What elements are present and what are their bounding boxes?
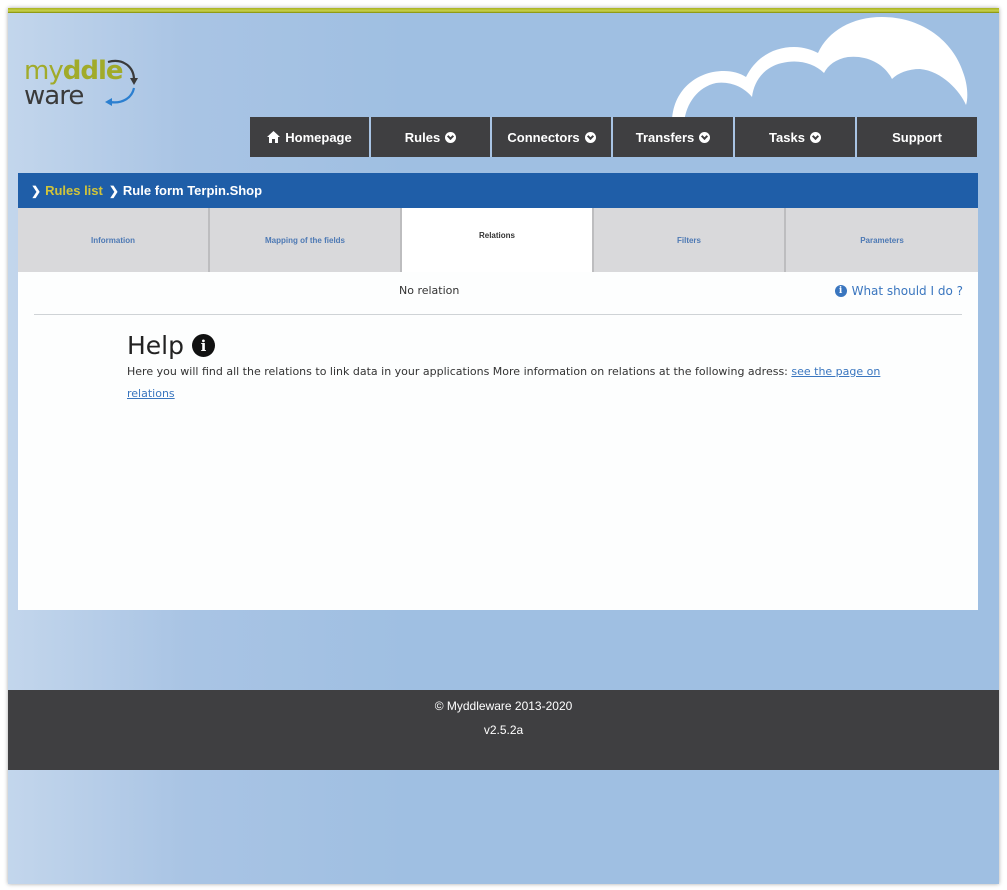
nav-tasks-label: Tasks: [769, 129, 805, 145]
nav-transfers[interactable]: Transfers: [613, 117, 735, 157]
breadcrumb-current: Rule form Terpin.Shop: [122, 183, 263, 198]
help-heading: Help i: [127, 331, 215, 360]
divider: [34, 314, 962, 315]
breadcrumb: ❯ Rules list ❯ Rule form Terpin.Shop: [18, 173, 978, 208]
nav-support-label: Support: [892, 129, 942, 145]
nav-support[interactable]: Support: [857, 117, 977, 157]
nav-connectors-label: Connectors: [507, 129, 580, 145]
chevron-right-icon: ❯: [108, 183, 119, 198]
page-frame: myddle ware Homepage Rules Connectors Tr…: [8, 8, 999, 884]
help-title: Help: [127, 331, 184, 360]
what-should-i-do-link[interactable]: i What should I do ?: [834, 284, 963, 298]
chevron-right-icon: ❯: [31, 183, 42, 198]
what-should-i-do-label: What should I do ?: [851, 284, 963, 298]
logo-line2: ware: [24, 81, 84, 111]
nav-homepage-label: Homepage: [285, 129, 352, 145]
footer-copyright: © Myddleware 2013-2020: [434, 699, 573, 713]
main-nav: Homepage Rules Connectors Transfers Task…: [250, 117, 977, 157]
home-icon: [267, 131, 281, 143]
relations-content: No relation i What should I do ? Help i …: [18, 272, 978, 610]
nav-transfers-label: Transfers: [635, 129, 695, 145]
tab-mapping-fields[interactable]: Mapping of the fields: [210, 208, 402, 272]
myddleware-logo[interactable]: myddle ware: [24, 56, 144, 116]
nav-connectors[interactable]: Connectors: [492, 117, 613, 157]
info-icon: i: [192, 334, 215, 357]
nav-rules[interactable]: Rules: [371, 117, 492, 157]
help-description: Here you will find all the relations to …: [127, 365, 792, 378]
info-icon: i: [834, 285, 847, 297]
chevron-down-icon: [584, 131, 596, 143]
chevron-down-icon: [699, 131, 711, 143]
tab-relations[interactable]: Relations: [402, 208, 594, 272]
tab-filters[interactable]: Filters: [594, 208, 786, 272]
logo-sync-icon: [105, 59, 138, 106]
no-relation-text: No relation: [399, 284, 460, 297]
nav-tasks[interactable]: Tasks: [735, 117, 857, 157]
help-text: Here you will find all the relations to …: [127, 361, 887, 405]
nav-homepage[interactable]: Homepage: [250, 117, 371, 157]
tab-information[interactable]: Information: [18, 208, 210, 272]
breadcrumb-rules-list-link[interactable]: Rules list: [45, 183, 103, 198]
footer: © Myddleware 2013-2020 v2.5.2a: [8, 690, 999, 770]
chevron-down-icon: [445, 131, 457, 143]
rule-form-panel: Information Mapping of the fields Relati…: [18, 208, 978, 610]
cloud-decoration: [672, 17, 968, 123]
chevron-down-icon: [809, 131, 821, 143]
rule-tabs: Information Mapping of the fields Relati…: [18, 208, 978, 272]
nav-rules-label: Rules: [404, 129, 441, 145]
footer-version: v2.5.2a: [483, 723, 524, 737]
tab-parameters[interactable]: Parameters: [786, 208, 978, 272]
